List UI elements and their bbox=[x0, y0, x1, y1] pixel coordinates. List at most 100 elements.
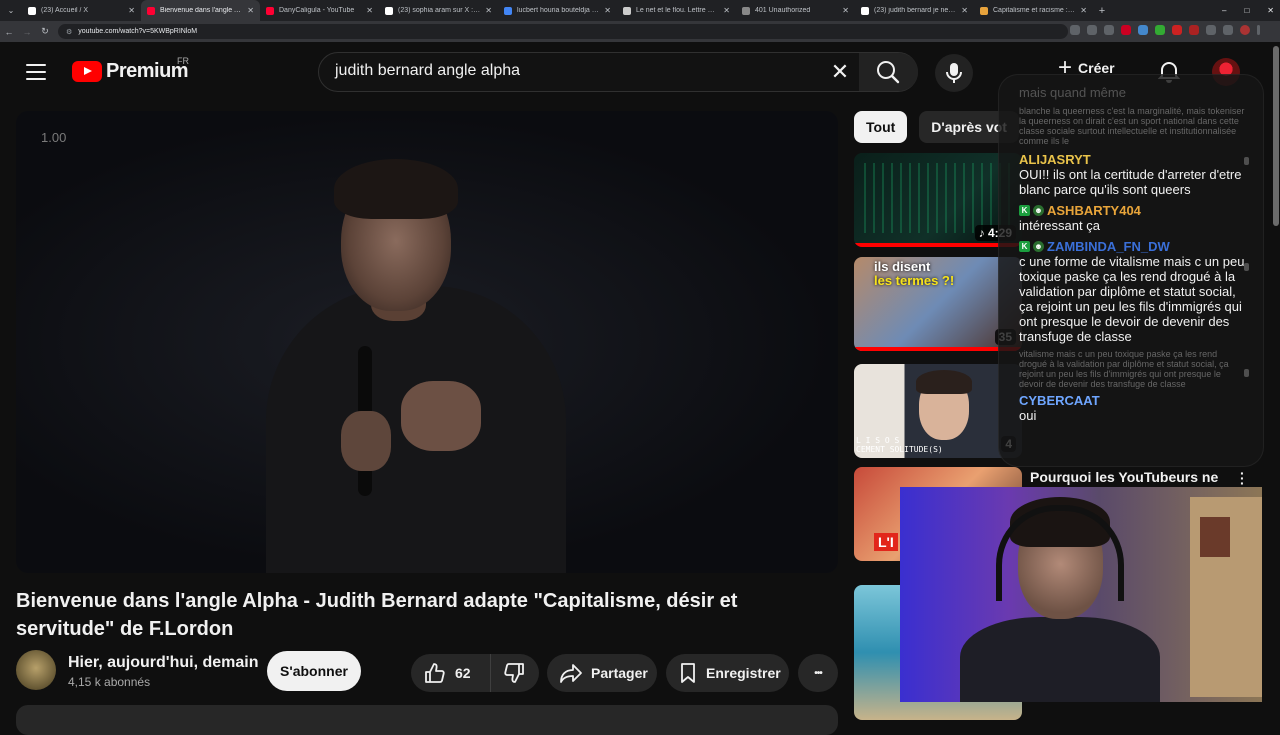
overlay-line-highlight: les termes ?! bbox=[874, 273, 955, 288]
more-vertical-icon[interactable]: · · · bbox=[1240, 466, 1245, 490]
webcam-background-object bbox=[1200, 517, 1230, 557]
watch-progress-bar bbox=[854, 347, 1022, 351]
channel-name[interactable]: Hier, aujourd'hui, demain bbox=[68, 654, 259, 672]
extension-icon[interactable] bbox=[1172, 25, 1182, 35]
minimize-button[interactable]: – bbox=[1222, 6, 1226, 15]
chat-username: K ☻ ZAMBINDA_FN_DW bbox=[1019, 239, 1247, 254]
streamer-body bbox=[960, 617, 1160, 702]
extension-icon[interactable] bbox=[1155, 25, 1165, 35]
forward-arrow-icon[interactable]: → bbox=[18, 27, 36, 37]
channel-avatar[interactable] bbox=[16, 650, 56, 690]
extension-icon[interactable] bbox=[1087, 25, 1097, 35]
tab-title: Le net et le flou. Lettre à Houria bbox=[636, 7, 719, 14]
close-tab-icon[interactable]: ✕ bbox=[604, 6, 611, 15]
page-scrollbar[interactable] bbox=[1272, 42, 1280, 720]
site-info-icon[interactable]: ⚙ bbox=[66, 28, 72, 36]
new-tab-button[interactable]: + bbox=[1093, 5, 1111, 17]
share-button[interactable]: Partager bbox=[547, 654, 657, 692]
close-tab-icon[interactable]: ✕ bbox=[1080, 6, 1087, 15]
scrollbar-thumb[interactable] bbox=[1273, 46, 1279, 226]
browser-tab[interactable]: DanyCaligula - YouTube ✕ bbox=[260, 0, 379, 21]
chat-username-text: CYBERCAAT bbox=[1019, 393, 1100, 408]
chat-scroll-indicator bbox=[1244, 157, 1249, 165]
more-horizontal-icon: ••• bbox=[814, 667, 822, 679]
clear-search-icon[interactable]: ✕ bbox=[828, 60, 852, 84]
tab-favicon bbox=[623, 6, 631, 15]
browser-menu-icon[interactable] bbox=[1257, 25, 1260, 35]
browser-tab[interactable]: (23) judith bernard je ne suis pl ✕ bbox=[855, 0, 974, 21]
address-bar[interactable]: ⚙ youtube.com/watch?v=5KWBpRINloM bbox=[58, 24, 1068, 39]
stream-chat-overlay: mais quand même blanche la queerness c'e… bbox=[998, 74, 1264, 467]
back-arrow-icon[interactable]: ← bbox=[0, 27, 18, 37]
menu-icon[interactable] bbox=[26, 64, 46, 80]
recommendation-thumbnail[interactable]: ♪ 4:29 bbox=[854, 153, 1022, 247]
browser-tab[interactable]: Capitalisme et racisme : d'une ✕ bbox=[974, 0, 1093, 21]
overlay-line: ils disent bbox=[874, 259, 931, 274]
close-tab-icon[interactable]: ✕ bbox=[128, 6, 135, 15]
playback-speed-label: 1.00 bbox=[41, 130, 67, 145]
chip-all[interactable]: Tout bbox=[854, 111, 908, 143]
extension-icon[interactable] bbox=[1189, 25, 1199, 35]
side-panel-icon[interactable] bbox=[1223, 25, 1233, 35]
search-input[interactable]: judith bernard angle alpha bbox=[335, 62, 520, 80]
recommendation-thumbnail[interactable]: ils disent les termes ?! 35 bbox=[854, 257, 1022, 351]
browser-tab[interactable]: (23) Accueil / X ✕ bbox=[22, 0, 141, 21]
close-tab-icon[interactable]: ✕ bbox=[961, 6, 968, 15]
save-button[interactable]: Enregistrer bbox=[666, 654, 789, 692]
voice-search-button[interactable] bbox=[935, 54, 973, 92]
close-window-button[interactable]: ✕ bbox=[1267, 6, 1274, 15]
search-box: judith bernard angle alpha ✕ bbox=[318, 52, 918, 92]
close-tab-icon[interactable]: ✕ bbox=[723, 6, 730, 15]
emote-badge-icon: ☻ bbox=[1033, 241, 1044, 252]
chat-message: oui bbox=[1019, 408, 1037, 423]
more-actions-button[interactable]: ••• bbox=[798, 654, 838, 692]
maximize-button[interactable]: □ bbox=[1244, 6, 1249, 15]
extension-icon[interactable] bbox=[1070, 25, 1080, 35]
thumbs-down-icon bbox=[504, 663, 524, 683]
tab-favicon bbox=[147, 6, 155, 15]
dislike-button[interactable] bbox=[491, 654, 539, 692]
tab-favicon bbox=[742, 6, 750, 15]
browser-toolbar: ← → ↻ ⚙ youtube.com/watch?v=5KWBpRINloM bbox=[0, 21, 1280, 42]
search-button[interactable] bbox=[859, 53, 918, 91]
tab-title: 401 Unauthorized bbox=[755, 7, 811, 14]
extensions-puzzle-icon[interactable] bbox=[1206, 25, 1216, 35]
youtube-premium-logo[interactable]: Premium bbox=[72, 60, 189, 83]
search-icon bbox=[877, 61, 900, 84]
bookmark-star-icon[interactable] bbox=[1104, 25, 1114, 35]
tab-title: DanyCaligula - YouTube bbox=[279, 7, 355, 14]
video-player[interactable]: 1.00 bbox=[16, 111, 838, 573]
reload-icon[interactable]: ↻ bbox=[36, 26, 54, 37]
close-tab-icon[interactable]: ✕ bbox=[366, 6, 373, 15]
recommendation-thumbnail[interactable]: L I S O S CEMENT SOLITUDE(S) 4 bbox=[854, 364, 1022, 458]
chat-faded-reply: vitalisme mais c un peu toxique paske ça… bbox=[1019, 349, 1229, 389]
tab-title: lucbert houria bouteldja - Rech bbox=[517, 7, 599, 14]
recommendation-title[interactable]: Pourquoi les YouTubeurs ne bbox=[1030, 469, 1218, 485]
profile-avatar-icon[interactable] bbox=[1240, 25, 1250, 35]
extension-icon[interactable] bbox=[1121, 25, 1131, 35]
like-button[interactable]: 62 bbox=[411, 654, 491, 692]
browser-tab-active[interactable]: Bienvenue dans l'angle Alpha ✕ bbox=[141, 0, 260, 21]
chat-username: CYBERCAAT bbox=[1019, 393, 1247, 408]
close-tab-icon[interactable]: ✕ bbox=[247, 6, 254, 15]
browser-tab[interactable]: Le net et le flou. Lettre à Houria ✕ bbox=[617, 0, 736, 21]
browser-tab[interactable]: (23) sophia aram sur X : "Soleil ✕ bbox=[379, 0, 498, 21]
chat-scroll-indicator bbox=[1244, 369, 1249, 377]
browser-tab[interactable]: 401 Unauthorized ✕ bbox=[736, 0, 855, 21]
close-tab-icon[interactable]: ✕ bbox=[485, 6, 492, 15]
chat-scroll-indicator bbox=[1244, 263, 1249, 271]
tab-search-icon[interactable]: ⌄ bbox=[0, 0, 22, 21]
chat-username-text: ALIJASRYT bbox=[1019, 152, 1091, 167]
window-controls: – □ ✕ bbox=[1222, 0, 1274, 21]
tab-favicon bbox=[504, 6, 512, 15]
url-text: youtube.com/watch?v=5KWBpRINloM bbox=[78, 28, 198, 35]
close-tab-icon[interactable]: ✕ bbox=[842, 6, 849, 15]
chat-faded-message: blanche la queerness c'est la marginalit… bbox=[1019, 106, 1245, 146]
subscribe-button[interactable]: S'abonner bbox=[267, 651, 361, 691]
kick-badge-icon: K bbox=[1019, 241, 1030, 252]
tab-favicon bbox=[980, 6, 988, 15]
browser-tab[interactable]: lucbert houria bouteldja - Rech ✕ bbox=[498, 0, 617, 21]
chat-message: intéressant ça bbox=[1019, 218, 1100, 233]
extension-icon[interactable] bbox=[1138, 25, 1148, 35]
description-box[interactable] bbox=[16, 705, 838, 735]
